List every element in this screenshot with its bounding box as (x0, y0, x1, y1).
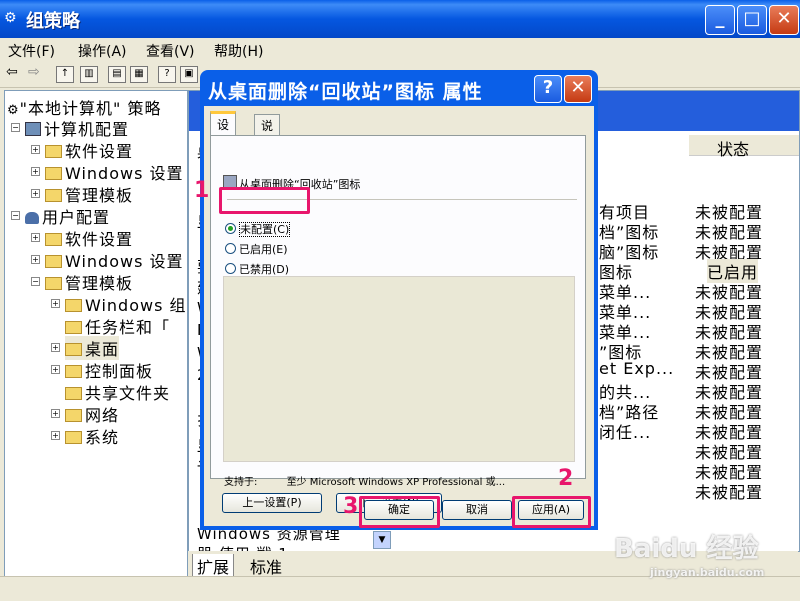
folder-icon (65, 299, 82, 312)
close-button[interactable]: ✕ (769, 5, 799, 35)
tree-item-user-config[interactable]: 用户配置 (25, 204, 110, 228)
main-title-bar: ⚙ 组策略 _ □ ✕ (0, 0, 800, 38)
properties-icon[interactable]: ▤ (108, 66, 126, 83)
highlight-apply (512, 496, 591, 528)
setting-name[interactable]: 闭任... (599, 419, 651, 443)
expand-toggle[interactable]: + (31, 255, 40, 264)
computer-icon (25, 122, 41, 136)
folder-icon (45, 189, 62, 202)
expand-toggle[interactable]: + (51, 431, 60, 440)
tree-item-network[interactable]: 网络 (65, 402, 119, 426)
window-title: 组策略 (26, 11, 80, 32)
tree-item-admin-templates[interactable]: 管理模板 (45, 182, 133, 206)
tree-item-desktop[interactable]: 桌面 (65, 336, 120, 360)
menu-bar: 文件(F) 操作(A) 查看(V) 帮助(H) (0, 38, 800, 61)
tree-item-user-windows-settings[interactable]: Windows 设置 (45, 248, 184, 272)
tree-item-computer-config[interactable]: 计算机配置 (25, 116, 129, 140)
tree-item-windows-components[interactable]: Windows 组 (65, 292, 187, 316)
dialog-body: 设置 说明 从桌面删除“回收站”图标 未配置(C) 已启用(E) 已禁用(D) … (204, 106, 594, 526)
expand-toggle[interactable]: + (31, 145, 40, 154)
expand-toggle[interactable]: + (31, 167, 40, 176)
dialog-help-button[interactable]: ? (534, 75, 562, 103)
previous-setting-button[interactable]: 上一设置(P) (222, 493, 322, 513)
policy-icon: ⚙ (7, 103, 20, 118)
folder-icon (45, 167, 62, 180)
radio-selected-icon (225, 223, 236, 234)
back-arrow-icon[interactable]: ⇦ (6, 64, 18, 80)
minimize-button[interactable]: _ (705, 5, 735, 35)
menu-view[interactable]: 查看(V) (146, 41, 195, 61)
folder-icon (65, 409, 82, 422)
tree-item-user-admin-templates[interactable]: 管理模板 (45, 270, 133, 294)
status-bar (0, 576, 800, 601)
tree-item-windows-settings[interactable]: Windows 设置 (45, 160, 184, 184)
tab-settings[interactable]: 设置 (210, 111, 237, 149)
maximize-button[interactable]: □ (737, 5, 767, 35)
export-icon[interactable]: ▦ (130, 66, 148, 83)
expand-toggle[interactable]: + (31, 189, 40, 198)
tree-item-control-panel[interactable]: 控制面板 (65, 358, 153, 382)
radio-not-configured[interactable]: 未配置(C) (225, 221, 291, 237)
collapse-toggle[interactable]: − (31, 277, 40, 286)
radio-enabled[interactable]: 已启用(E) (225, 241, 288, 257)
properties-dialog: 从桌面删除“回收站”图标 属性 ? ✕ 设置 说明 从桌面删除“回收站”图标 未… (200, 70, 598, 530)
menu-action[interactable]: 操作(A) (78, 41, 127, 61)
step-2-marker: 2 (558, 466, 574, 491)
folder-icon (65, 387, 82, 400)
tree-item-software[interactable]: 软件设置 (45, 138, 133, 162)
folder-icon (45, 277, 62, 290)
radio-icon (225, 243, 236, 254)
folder-icon (45, 145, 62, 158)
menu-help[interactable]: 帮助(H) (214, 41, 263, 61)
folder-icon (45, 233, 62, 246)
tab-explain[interactable]: 说明 (254, 114, 281, 150)
column-header-status[interactable]: 状态 (689, 135, 799, 159)
radio-icon (225, 263, 236, 274)
radio-disabled[interactable]: 已禁用(D) (225, 261, 289, 277)
group-policy-icon: ⚙ (4, 10, 17, 26)
up-folder-icon[interactable]: ↑ (56, 66, 74, 83)
folder-icon (45, 255, 62, 268)
tab-standard[interactable]: 标准 (246, 554, 286, 578)
collapse-toggle[interactable]: − (11, 211, 20, 220)
highlight-not-configured (219, 187, 310, 214)
collapse-toggle[interactable]: − (11, 123, 20, 132)
dialog-close-button[interactable]: ✕ (564, 75, 592, 103)
tree-pane: ⚙"本地计算机" 策略 − 计算机配置 + 软件设置 + Windows 设置 … (4, 90, 188, 578)
step-1-marker: 1 (194, 178, 210, 203)
setting-name[interactable]: et Exp... (599, 359, 674, 378)
expand-toggle[interactable]: + (31, 233, 40, 242)
dialog-title-bar: 从桌面删除“回收站”图标 属性 ? ✕ (200, 70, 598, 106)
cancel-button[interactable]: 取消 (442, 500, 512, 520)
options-area (223, 276, 575, 462)
show-tree-icon[interactable]: ▥ (80, 66, 98, 83)
folder-icon (65, 365, 82, 378)
view-icon[interactable]: ▣ (180, 66, 198, 83)
scroll-down-icon[interactable]: ▼ (373, 531, 391, 549)
highlight-ok (359, 496, 440, 528)
folder-icon (65, 321, 82, 334)
tree-item-shared-folders[interactable]: 共享文件夹 (65, 380, 170, 404)
expand-toggle[interactable]: + (51, 409, 60, 418)
forward-arrow-icon[interactable]: ⇨ (28, 64, 40, 80)
tree-item-system[interactable]: 系统 (65, 424, 119, 448)
expand-toggle[interactable]: + (51, 365, 60, 374)
watermark-url: jingyan.baidu.com (650, 566, 765, 579)
folder-icon (65, 431, 82, 444)
open-folder-icon (65, 343, 82, 356)
user-icon (25, 212, 39, 224)
help-icon[interactable]: ? (158, 66, 176, 83)
expand-toggle[interactable]: + (51, 299, 60, 308)
tree-item-taskbar[interactable]: 任务栏和「 (65, 314, 170, 338)
baidu-watermark: Baidu 经验 (614, 534, 759, 564)
supported-on: 支持于: 至少 Microsoft Windows XP Professiona… (224, 477, 506, 488)
menu-file[interactable]: 文件(F) (8, 41, 55, 61)
expand-toggle[interactable]: + (51, 343, 60, 352)
setting-status: 未被配置 (695, 483, 764, 502)
tree-item-user-software[interactable]: 软件设置 (45, 226, 133, 250)
step-3-marker: 3 (343, 494, 359, 519)
dialog-title: 从桌面删除“回收站”图标 属性 (208, 81, 483, 103)
